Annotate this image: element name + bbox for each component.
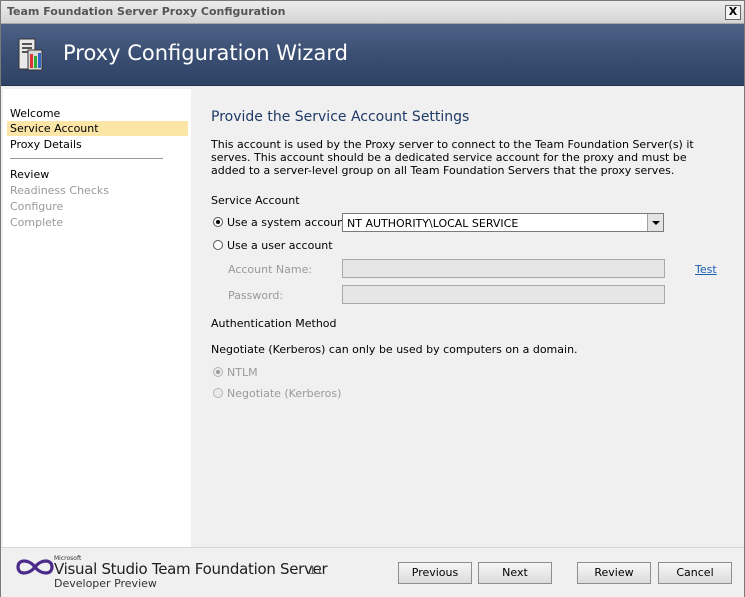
kerberos-radio [213,388,223,398]
product-version: 11 [309,564,323,577]
product-title: Visual Studio Team Foundation Server [54,560,328,578]
wizard-window: Team Foundation Server Proxy Configurati… [0,0,745,597]
system-account-value: NT AUTHORITY\LOCAL SERVICE [347,217,519,230]
next-button[interactable]: Next [478,562,552,584]
server-config-icon [18,38,43,71]
nav-item-configure: Configure [10,200,64,213]
close-button[interactable]: X [725,5,741,20]
auth-method-note: Negotiate (Kerberos) can only be used by… [211,343,578,356]
window-title: Team Foundation Server Proxy Configurati… [7,5,286,18]
product-edition: Developer Preview [54,577,157,590]
wizard-banner: Proxy Configuration Wizard [1,24,744,86]
ntlm-radio [213,367,223,377]
nav-item-readiness-checks: Readiness Checks [10,184,109,197]
wizard-footer: Microsoft Visual Studio Team Foundation … [1,547,744,597]
nav-item-proxy-details[interactable]: Proxy Details [7,137,188,152]
main-content: Provide the Service Account Settings Thi… [193,89,742,547]
ntlm-label: NTLM [227,366,258,379]
cancel-button[interactable]: Cancel [658,562,732,584]
system-account-select[interactable]: NT AUTHORITY\LOCAL SERVICE [342,213,664,232]
system-account-label[interactable]: Use a system account: [227,216,352,229]
page-title: Provide the Service Account Settings [211,109,470,125]
nav-item-review[interactable]: Review [7,167,188,182]
user-account-radio[interactable] [213,240,223,250]
system-account-radio[interactable] [213,217,223,227]
auth-method-heading: Authentication Method [211,317,337,330]
user-account-label[interactable]: Use a user account [227,239,333,252]
account-name-field [342,259,665,278]
intro-text: This account is used by the Proxy server… [211,138,694,177]
account-name-label: Account Name: [228,263,313,276]
test-link[interactable]: Test [695,263,717,276]
nav-separator [10,158,163,159]
nav-item-welcome[interactable]: Welcome [7,106,188,121]
nav-item-complete: Complete [10,216,64,229]
kerberos-label: Negotiate (Kerberos) [227,387,342,400]
banner-title: Proxy Configuration Wizard [63,41,348,65]
wizard-steps-nav: Welcome Service Account Proxy Details Re… [3,89,191,547]
visual-studio-logo-icon [16,559,54,575]
nav-item-service-account[interactable]: Service Account [7,121,188,136]
password-label: Password: [228,289,284,302]
previous-button[interactable]: Previous [398,562,472,584]
chevron-down-icon[interactable] [647,214,663,231]
password-field [342,285,665,304]
service-account-heading: Service Account [211,194,300,207]
review-button[interactable]: Review [577,562,651,584]
title-bar: Team Foundation Server Proxy Configurati… [1,1,744,24]
